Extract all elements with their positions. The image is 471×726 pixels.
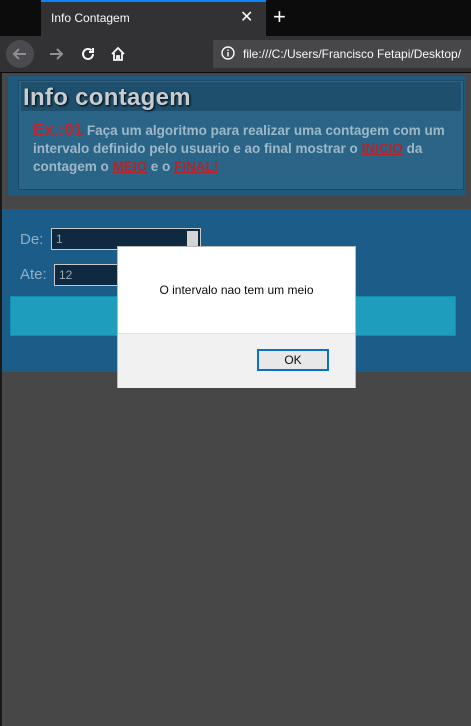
- home-icon: [111, 46, 125, 61]
- back-button[interactable]: [6, 40, 34, 68]
- close-icon[interactable]: ✕: [240, 8, 253, 28]
- dialog-footer: OK: [118, 333, 355, 388]
- heading-bar: Info contagem: [21, 82, 461, 111]
- home-button[interactable]: [104, 40, 132, 68]
- url-text: file:///C:/Users/Francisco Fetapi/Deskto…: [243, 47, 462, 61]
- alert-dialog: O intervalo nao tem um meio OK: [117, 246, 356, 388]
- ate-label: Ate:: [20, 266, 47, 283]
- ate-value: 12: [59, 268, 73, 282]
- ok-button[interactable]: OK: [257, 349, 329, 371]
- de-label: De:: [20, 231, 44, 248]
- exercise-label: Ex.:01: [33, 120, 84, 139]
- dialog-message: O intervalo nao tem um meio: [159, 283, 314, 297]
- tab-strip: Info Contagem ✕ +: [0, 0, 471, 36]
- info-panel-inner: Info contagem Ex.:01 Faça um algoritmo p…: [18, 80, 464, 190]
- info-panel: Info contagem Ex.:01 Faça um algoritmo p…: [8, 76, 465, 196]
- link-final[interactable]: FINAL!: [174, 159, 218, 174]
- de-value: 1: [56, 232, 63, 246]
- link-meio[interactable]: MEIO: [113, 159, 148, 174]
- window-edge: [0, 73, 2, 726]
- forward-arrow-icon: [50, 48, 64, 60]
- reload-icon: [82, 47, 94, 60]
- back-arrow-icon: [12, 48, 26, 60]
- plus-icon[interactable]: +: [273, 5, 286, 29]
- dialog-body: O intervalo nao tem um meio: [118, 247, 355, 333]
- tab-title: Info Contagem: [51, 11, 130, 25]
- info-icon[interactable]: [221, 46, 235, 60]
- reload-button[interactable]: [74, 40, 102, 68]
- active-tab[interactable]: Info Contagem ✕: [41, 0, 266, 36]
- page-title: Info contagem: [23, 84, 191, 111]
- url-bar[interactable]: file:///C:/Users/Francisco Fetapi/Deskto…: [213, 40, 471, 68]
- forward-button[interactable]: [42, 40, 70, 68]
- link-inicio[interactable]: INICIO: [362, 141, 403, 156]
- description-part-3: e o: [147, 159, 175, 174]
- nav-toolbar: file:///C:/Users/Francisco Fetapi/Deskto…: [0, 36, 471, 73]
- exercise-description: Ex.:01 Faça um algoritmo para realizar u…: [33, 121, 458, 176]
- ate-input[interactable]: 12: [54, 264, 124, 286]
- tab-strip-start: [0, 0, 41, 36]
- spinner-arrows-icon[interactable]: [187, 231, 198, 247]
